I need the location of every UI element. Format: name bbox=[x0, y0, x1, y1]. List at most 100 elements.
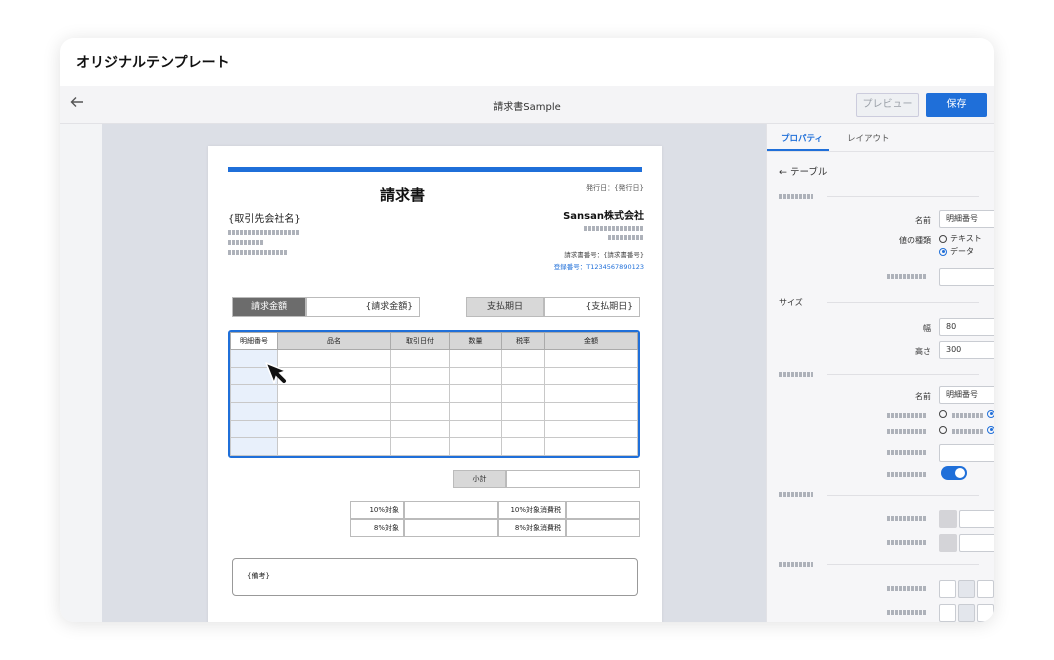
client-name[interactable]: {取引先会社名} bbox=[228, 210, 301, 225]
masked-input[interactable] bbox=[939, 268, 994, 286]
tab-properties[interactable]: プロパティ bbox=[781, 132, 823, 144]
section-divider bbox=[827, 564, 979, 565]
name-label: 名前 bbox=[915, 216, 931, 225]
masked-input[interactable] bbox=[939, 444, 994, 462]
align-option[interactable] bbox=[958, 604, 975, 622]
tax-10-target-value[interactable] bbox=[404, 501, 498, 519]
name-input[interactable]: 明細番号 bbox=[939, 210, 994, 228]
radio-option-b[interactable] bbox=[987, 409, 994, 419]
radio-option-a[interactable] bbox=[939, 409, 950, 419]
save-button[interactable]: 保存 bbox=[926, 93, 987, 117]
table-header[interactable]: 明細番号 bbox=[230, 332, 278, 350]
remarks-box[interactable]: {備考} bbox=[232, 558, 638, 596]
tax-10-target-label[interactable]: 10%対象 bbox=[350, 501, 404, 519]
masked-text bbox=[228, 240, 264, 245]
editor-toolbar: 請求書Sample プレビュー 保存 bbox=[60, 86, 994, 124]
masked-text bbox=[887, 540, 927, 545]
table-header[interactable]: 数量 bbox=[449, 332, 502, 350]
masked-text bbox=[228, 250, 288, 255]
back-to-table-link[interactable]: ← テーブル bbox=[779, 164, 827, 178]
width-input[interactable]: 80 bbox=[939, 318, 994, 336]
masked-text bbox=[887, 610, 927, 615]
tax-10-value[interactable] bbox=[566, 501, 640, 519]
due-value[interactable]: {支払期日} bbox=[544, 297, 640, 317]
table-row[interactable] bbox=[230, 349, 638, 368]
masked-text bbox=[887, 274, 927, 279]
app-window: オリジナルテンプレート 請求書Sample プレビュー 保存 請求書 発行日：{… bbox=[60, 38, 994, 622]
masked-text bbox=[779, 562, 813, 567]
color-input[interactable] bbox=[959, 534, 994, 552]
radio-text-label: テキスト bbox=[950, 234, 982, 243]
radio-option-d[interactable] bbox=[987, 425, 994, 435]
masked-text bbox=[952, 413, 984, 418]
table-row[interactable] bbox=[230, 384, 638, 404]
subtotal-label[interactable]: 小計 bbox=[453, 470, 506, 488]
table-row[interactable] bbox=[230, 437, 638, 456]
name2-input[interactable]: 明細番号 bbox=[939, 386, 994, 404]
masked-text bbox=[779, 194, 813, 199]
masked-text bbox=[887, 429, 927, 434]
align-option[interactable] bbox=[977, 604, 994, 622]
radio-text[interactable]: テキスト bbox=[939, 234, 982, 244]
tax-8-target-label[interactable]: 8%対象 bbox=[350, 519, 404, 537]
section-divider bbox=[827, 302, 979, 303]
masked-text bbox=[887, 472, 927, 477]
masked-text bbox=[887, 450, 927, 455]
radio-option-c[interactable] bbox=[939, 425, 950, 435]
masked-text bbox=[228, 230, 300, 235]
radio-on-icon bbox=[987, 409, 994, 418]
due-label[interactable]: 支払期日 bbox=[466, 297, 544, 317]
tax-10-label[interactable]: 10%対象消費税 bbox=[498, 501, 566, 519]
align-option[interactable] bbox=[939, 580, 956, 598]
masked-text bbox=[887, 413, 927, 418]
amount-label[interactable]: 請求金額 bbox=[232, 297, 306, 317]
masked-text bbox=[887, 586, 927, 591]
document-name: 請求書Sample bbox=[493, 102, 561, 113]
table-row[interactable] bbox=[230, 419, 638, 439]
table-row[interactable] bbox=[230, 402, 638, 421]
table-row[interactable] bbox=[230, 366, 638, 386]
section-divider bbox=[827, 374, 979, 375]
amount-value[interactable]: {請求金額} bbox=[306, 297, 420, 317]
table-header[interactable]: 取引日付 bbox=[390, 332, 450, 350]
registration-number[interactable]: 登録番号：T1234567890123 bbox=[490, 261, 644, 271]
table-header[interactable]: 税率 bbox=[501, 332, 545, 350]
preview-button[interactable]: プレビュー bbox=[856, 93, 919, 117]
size-section-label: サイズ bbox=[779, 298, 803, 307]
toggle-switch[interactable] bbox=[941, 466, 967, 480]
issue-date[interactable]: 発行日：{発行日} bbox=[534, 183, 644, 193]
align-option[interactable] bbox=[958, 580, 975, 598]
tax-8-value[interactable] bbox=[566, 519, 640, 537]
radio-off-icon bbox=[939, 409, 947, 418]
invoice-header-bar bbox=[228, 167, 642, 172]
radio-on-icon bbox=[987, 425, 994, 434]
invoice-title[interactable]: 請求書 bbox=[380, 184, 425, 205]
tax-8-target-value[interactable] bbox=[404, 519, 498, 537]
radio-off-icon bbox=[939, 234, 947, 243]
detail-table[interactable]: 明細番号 品名 取引日付 数量 税率 金額 bbox=[228, 330, 640, 458]
invoice-number[interactable]: 請求書番号：{請求書番号} bbox=[490, 249, 644, 259]
properties-panel: プロパティ レイアウト ← テーブル 名前 明細番号 値の種類 テキスト データ… bbox=[766, 124, 994, 622]
color-swatch[interactable] bbox=[939, 510, 957, 528]
name2-label: 名前 bbox=[915, 392, 931, 401]
width-label: 幅 bbox=[923, 324, 931, 333]
masked-text bbox=[887, 516, 927, 521]
radio-data[interactable]: データ bbox=[939, 247, 974, 257]
masked-text bbox=[779, 372, 813, 377]
section-divider bbox=[827, 495, 979, 496]
radio-data-label: データ bbox=[950, 247, 974, 256]
align-option[interactable] bbox=[977, 580, 994, 598]
table-header[interactable]: 金額 bbox=[544, 332, 638, 350]
subtotal-value[interactable] bbox=[506, 470, 640, 488]
height-input[interactable]: 300 bbox=[939, 341, 994, 359]
table-header[interactable]: 品名 bbox=[277, 332, 391, 350]
tax-8-label[interactable]: 8%対象消費税 bbox=[498, 519, 566, 537]
color-input[interactable] bbox=[959, 510, 994, 528]
tab-divider bbox=[767, 151, 994, 152]
mouse-pointer-icon bbox=[264, 361, 290, 387]
masked-text bbox=[584, 226, 644, 231]
company-name[interactable]: Sansan株式会社 bbox=[490, 207, 644, 222]
tab-layout[interactable]: レイアウト bbox=[847, 132, 890, 144]
align-option[interactable] bbox=[939, 604, 956, 622]
color-swatch[interactable] bbox=[939, 534, 957, 552]
